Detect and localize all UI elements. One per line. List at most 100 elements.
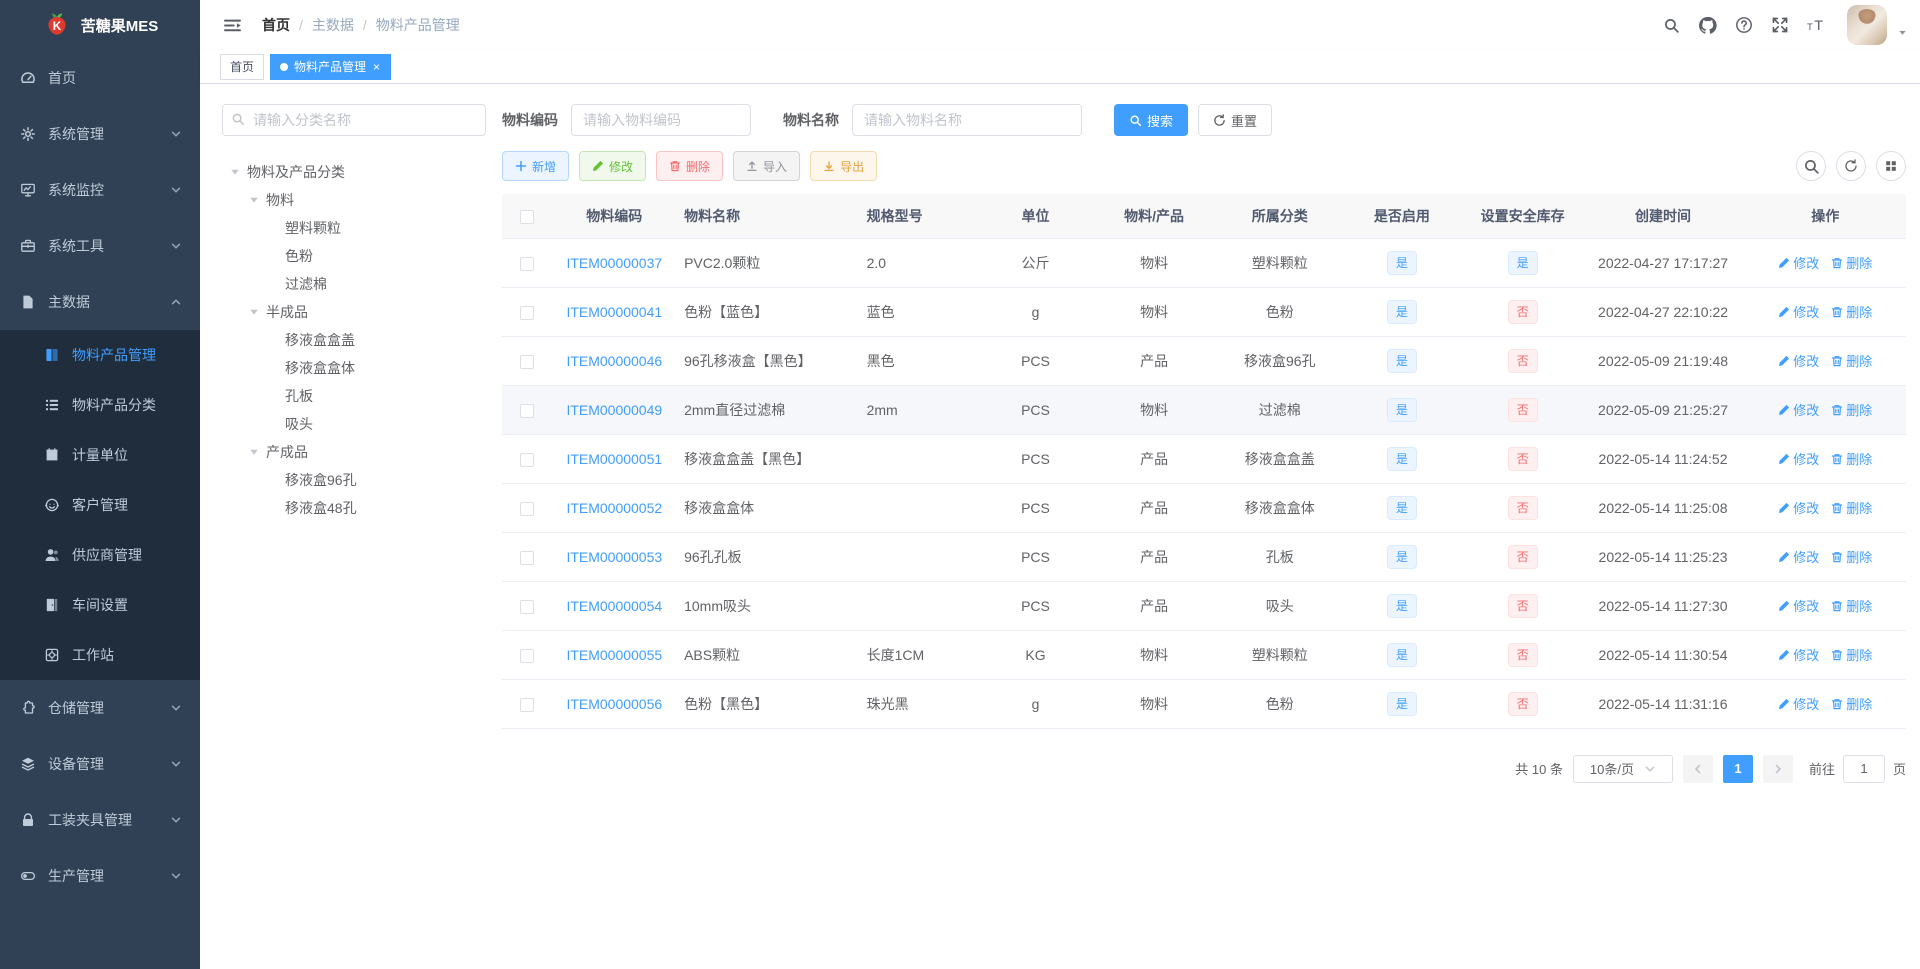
- tree-node[interactable]: 孔板: [222, 382, 486, 410]
- edit-row-button[interactable]: 修改: [1778, 400, 1819, 419]
- search-button[interactable]: 搜索: [1114, 104, 1189, 136]
- material-code-link[interactable]: ITEM00000055: [566, 647, 662, 663]
- breadcrumb-item[interactable]: 首页: [262, 15, 290, 35]
- material-code-link[interactable]: ITEM00000037: [566, 255, 662, 271]
- row-checkbox[interactable]: [520, 648, 535, 663]
- edit-row-button[interactable]: 修改: [1778, 547, 1819, 566]
- sidebar-item-supplier-management[interactable]: 供应商管理: [0, 530, 200, 580]
- material-code-link[interactable]: ITEM00000056: [566, 696, 662, 712]
- delete-row-button[interactable]: 删除: [1831, 400, 1872, 419]
- sidebar-item-workstation[interactable]: 工作站: [0, 630, 200, 680]
- delete-row-button[interactable]: 删除: [1831, 547, 1872, 566]
- tree-node[interactable]: 吸头: [222, 410, 486, 438]
- material-code-link[interactable]: ITEM00000053: [566, 549, 662, 565]
- sidebar-item-system-monitor[interactable]: 系统监控: [0, 162, 200, 218]
- edit-row-button[interactable]: 修改: [1778, 498, 1819, 517]
- material-code-link[interactable]: ITEM00000054: [566, 598, 662, 614]
- sidebar-item-system-tools[interactable]: 系统工具: [0, 218, 200, 274]
- edit-row-button[interactable]: 修改: [1778, 645, 1819, 664]
- edit-row-button[interactable]: 修改: [1778, 302, 1819, 321]
- sidebar-item-master-data[interactable]: 主数据: [0, 274, 200, 330]
- close-icon[interactable]: ×: [372, 61, 381, 73]
- sidebar-item-material-product-category[interactable]: 物料产品分类: [0, 380, 200, 430]
- row-checkbox[interactable]: [520, 501, 535, 516]
- select-all-checkbox[interactable]: [520, 209, 535, 224]
- sidebar-item-equipment-management[interactable]: 设备管理: [0, 736, 200, 792]
- delete-row-button[interactable]: 删除: [1831, 302, 1872, 321]
- breadcrumb-item[interactable]: 主数据: [312, 15, 354, 35]
- edit-row-button[interactable]: 修改: [1778, 596, 1819, 615]
- reset-button[interactable]: 重置: [1198, 104, 1273, 136]
- sidebar-item-measure-unit[interactable]: 计量单位: [0, 430, 200, 480]
- font-size-icon[interactable]: TT: [1800, 11, 1833, 40]
- row-checkbox[interactable]: [520, 305, 535, 320]
- row-checkbox[interactable]: [520, 452, 535, 467]
- row-checkbox[interactable]: [520, 550, 535, 565]
- github-icon[interactable]: [1691, 10, 1724, 41]
- sidebar-item-warehouse-management[interactable]: 仓储管理: [0, 680, 200, 736]
- tab-home[interactable]: 首页: [220, 53, 265, 80]
- sidebar-item-material-product-management[interactable]: 物料产品管理: [0, 330, 200, 380]
- tree-node[interactable]: 半成品: [222, 298, 486, 326]
- tree-node[interactable]: 产成品: [222, 438, 486, 466]
- caret-down-icon[interactable]: [1897, 27, 1908, 38]
- delete-row-button[interactable]: 删除: [1831, 498, 1872, 517]
- filter-input-material-name[interactable]: [852, 104, 1082, 136]
- edit-row-button[interactable]: 修改: [1778, 694, 1819, 713]
- row-checkbox[interactable]: [520, 599, 535, 614]
- grid-icon[interactable]: [1876, 151, 1906, 181]
- tree-node[interactable]: 物料: [222, 186, 486, 214]
- fullscreen-icon[interactable]: [1764, 10, 1796, 40]
- delete-row-button[interactable]: 删除: [1831, 645, 1872, 664]
- tree-node[interactable]: 物料及产品分类: [222, 158, 486, 186]
- page-1-button[interactable]: 1: [1722, 754, 1753, 783]
- material-code-link[interactable]: ITEM00000051: [566, 451, 662, 467]
- sidebar-item-fixture-management[interactable]: 工装夹具管理: [0, 792, 200, 848]
- edit-button[interactable]: 修改: [579, 151, 647, 181]
- search-icon[interactable]: [1656, 11, 1687, 40]
- delete-row-button[interactable]: 删除: [1831, 449, 1872, 468]
- sidebar-item-production-management[interactable]: 生产管理: [0, 848, 200, 904]
- sidebar-item-home[interactable]: 首页: [0, 50, 200, 106]
- delete-button[interactable]: 删除: [656, 151, 724, 181]
- material-code-link[interactable]: ITEM00000049: [566, 402, 662, 418]
- import-button[interactable]: 导入: [733, 151, 801, 181]
- material-code-link[interactable]: ITEM00000052: [566, 500, 662, 516]
- tree-node[interactable]: 塑料颗粒: [222, 214, 486, 242]
- sidebar-item-customer-management[interactable]: 客户管理: [0, 480, 200, 530]
- tree-node[interactable]: 过滤棉: [222, 270, 486, 298]
- user-avatar[interactable]: [1847, 5, 1887, 45]
- goto-page-input[interactable]: [1842, 754, 1885, 783]
- prev-page-button[interactable]: [1682, 754, 1713, 783]
- edit-row-button[interactable]: 修改: [1778, 351, 1819, 370]
- page-size-select[interactable]: 10条/页: [1572, 754, 1673, 783]
- tree-node[interactable]: 移液盒盒盖: [222, 326, 486, 354]
- tab-material-product[interactable]: 物料产品管理 ×: [270, 53, 392, 80]
- question-icon[interactable]: [1728, 10, 1760, 40]
- delete-row-button[interactable]: 删除: [1831, 694, 1872, 713]
- edit-row-button[interactable]: 修改: [1778, 449, 1819, 468]
- row-checkbox[interactable]: [520, 697, 535, 712]
- sidebar-item-system-management[interactable]: 系统管理: [0, 106, 200, 162]
- sidebar-item-workshop-settings[interactable]: 车间设置: [0, 580, 200, 630]
- material-code-link[interactable]: ITEM00000041: [566, 304, 662, 320]
- row-checkbox[interactable]: [520, 354, 535, 369]
- export-button[interactable]: 导出: [810, 151, 878, 181]
- edit-row-button[interactable]: 修改: [1778, 253, 1819, 272]
- delete-row-button[interactable]: 删除: [1831, 596, 1872, 615]
- sidebar-toggle-button[interactable]: [215, 17, 250, 34]
- row-checkbox[interactable]: [520, 256, 535, 271]
- next-page-button[interactable]: [1762, 754, 1793, 783]
- tree-node[interactable]: 移液盒盒体: [222, 354, 486, 382]
- refresh-icon[interactable]: [1836, 151, 1866, 181]
- add-button[interactable]: 新增: [502, 151, 570, 181]
- material-code-link[interactable]: ITEM00000046: [566, 353, 662, 369]
- delete-row-button[interactable]: 删除: [1831, 253, 1872, 272]
- tree-node[interactable]: 移液盒48孔: [222, 494, 486, 522]
- tree-node[interactable]: 色粉: [222, 242, 486, 270]
- filter-input-material-code[interactable]: [571, 104, 751, 136]
- category-search-input[interactable]: [222, 104, 486, 136]
- tree-node[interactable]: 移液盒96孔: [222, 466, 486, 494]
- search-icon[interactable]: [1796, 151, 1826, 181]
- delete-row-button[interactable]: 删除: [1831, 351, 1872, 370]
